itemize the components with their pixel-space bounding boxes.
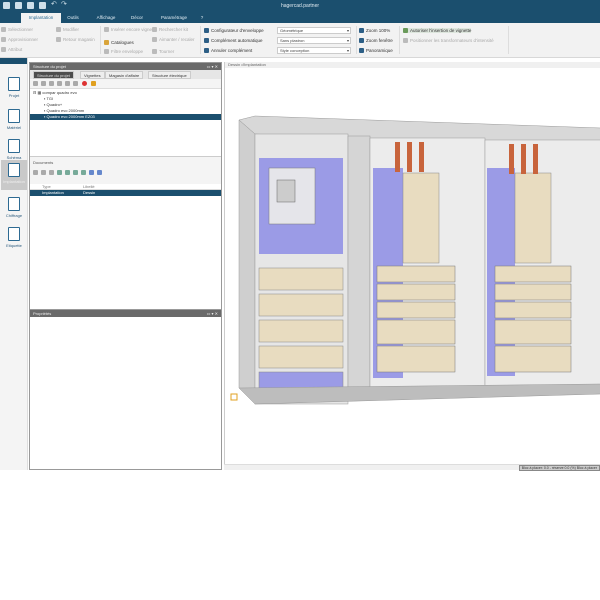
tool-icon[interactable] [89, 170, 94, 175]
lock-icon[interactable] [91, 81, 96, 86]
sidebar-item-etiquette[interactable]: Etiquette [1, 224, 27, 254]
tab-parametrage[interactable]: Paramétrage [155, 13, 193, 23]
schema-icon [8, 139, 20, 153]
ribbon-tabs: Implantation Outils Affichage Décor Para… [0, 13, 600, 23]
panel-controls-icon[interactable]: ▭ ▾ ✕ [207, 63, 218, 70]
approvision-button[interactable]: Approvisionner [1, 37, 38, 43]
plastron-select[interactable]: Sans plastron [277, 37, 351, 44]
tab-implantation[interactable]: Implantation [21, 13, 61, 23]
tab-decor[interactable]: Décor [126, 13, 148, 23]
tab-magasin[interactable]: Magasin d'affaire [105, 71, 144, 79]
breaker-face [276, 179, 296, 203]
tool-icon[interactable] [65, 170, 70, 175]
auto-complement-button[interactable]: Complément automatique [204, 38, 263, 44]
status-bar: Bloc à placer: 0.0 - réserve 0.0 (%) Blo… [224, 464, 600, 471]
filter-envelope-button[interactable]: Filtre enveloppe [104, 49, 143, 55]
return-store-button[interactable]: Retour magasin [56, 37, 95, 43]
column-type[interactable]: Type [42, 184, 51, 189]
busbar-support [402, 172, 440, 264]
style-select[interactable]: Style conception [277, 47, 351, 54]
module-sidebar: Projet Matériel Schéma Implantation Chif… [0, 58, 28, 470]
position-transformers-toggle[interactable]: Positionner les transformateurs d'intens… [403, 38, 494, 44]
tool-icon[interactable] [41, 170, 46, 175]
document-icon [8, 109, 20, 123]
document-row[interactable]: Implantation Dessin [30, 190, 221, 196]
insert-vignette-button[interactable]: Insérer encore vignette [104, 27, 157, 33]
view-mode-select[interactable]: Géométrique [277, 27, 351, 34]
panel-controls-icon[interactable]: ▭ ▾ ✕ [207, 310, 218, 317]
tool-icon[interactable] [73, 170, 78, 175]
tab-structure-electrique[interactable]: Structure électrique [148, 71, 191, 79]
tab-vignettes[interactable]: Vignettes [80, 71, 105, 79]
sidebar-item-projet[interactable]: Projet [1, 74, 27, 104]
cabinet-3d-view[interactable] [225, 68, 600, 464]
column-label[interactable]: Libellé [83, 184, 95, 189]
cable-duct [347, 135, 371, 401]
busbar [419, 142, 424, 172]
zoom-window-button[interactable]: Zoom fenêtre [359, 38, 393, 44]
sidebar-item-materiel[interactable]: Matériel [1, 106, 27, 136]
status-text: Bloc à placer: 0.0 - réserve 0.0 (%) Blo… [518, 465, 600, 471]
search-kit-button[interactable]: Rechercher kit [152, 27, 188, 33]
tool-icon[interactable] [41, 81, 46, 86]
documents-label: Documents [33, 160, 54, 165]
app-title: hagercad.partner [280, 3, 320, 9]
busbar [395, 142, 400, 172]
tool-icon[interactable] [57, 170, 62, 175]
tool-icon[interactable] [65, 81, 70, 86]
tab-help[interactable]: ? [198, 13, 206, 23]
axis-origin-icon [230, 393, 238, 401]
busbar [521, 144, 526, 174]
title-bar: ↶ ↷ hagercad.partner [0, 0, 600, 13]
drawing-area[interactable]: Dessin d'implantation [224, 62, 600, 464]
busbar [509, 144, 514, 174]
project-panel-header: Structure du projet ▭ ▾ ✕ [30, 63, 221, 70]
ribbon: Sélectionner Approvisionner Attribut Mod… [0, 23, 600, 58]
zoom-100-button[interactable]: Zoom 100% [359, 28, 390, 34]
tab-affichage[interactable]: Affichage [92, 13, 120, 23]
tool-icon[interactable] [33, 170, 38, 175]
project-panel: Structure du projet ▭ ▾ ✕ Structure du pr… [29, 62, 222, 470]
label-icon [8, 227, 20, 241]
busbar [533, 144, 538, 174]
pricing-icon [8, 197, 20, 211]
tool-icon[interactable] [33, 81, 38, 86]
allow-vignette-toggle[interactable]: Autoriser l'insertion de vignette [403, 28, 472, 34]
busbar [407, 142, 412, 172]
folder-icon [8, 77, 20, 91]
delete-icon[interactable] [82, 81, 87, 86]
modify-button[interactable]: Modifier [56, 27, 79, 33]
tool-icon[interactable] [57, 81, 62, 86]
pan-button[interactable]: Panoramique [359, 48, 393, 54]
doc-type: Implantation [42, 190, 64, 195]
documents-toolbar [30, 168, 221, 178]
busbar-support [514, 172, 552, 264]
magnet-button[interactable]: Aimanter / recaler [152, 37, 195, 43]
rotate-button[interactable]: Tourner [152, 49, 174, 55]
tree-item-selected[interactable]: ▪ Quadro evo 2000mm EZ03 [30, 114, 221, 120]
properties-header: Propriétés ▭ ▾ ✕ [30, 310, 221, 317]
tool-icon[interactable] [49, 81, 54, 86]
project-tree: ⊟ ▦ compar quadro evo ▪ TGI ▪ Quadro+ ▪ … [30, 89, 221, 156]
cabinet-icon [8, 163, 20, 177]
envelope-configurator-button[interactable]: Configurateur d'enveloppe [204, 28, 264, 34]
tree-toolbar [30, 79, 221, 89]
tool-icon[interactable] [49, 170, 54, 175]
doc-label: Dessin [83, 190, 96, 195]
sidebar-item-implantation[interactable]: Implantation [1, 160, 27, 190]
tab-structure-projet[interactable]: Structure du projet [33, 71, 74, 79]
tool-icon[interactable] [81, 170, 86, 175]
tool-icon[interactable] [73, 81, 78, 86]
sidebar-item-chiffrage[interactable]: Chiffrage [1, 194, 27, 224]
tool-icon[interactable] [97, 170, 102, 175]
cancel-complement-button[interactable]: Annuler complément [204, 48, 252, 54]
cabinet-left-side [238, 119, 256, 405]
catalogues-button[interactable]: Catalogues [104, 40, 134, 46]
select-button[interactable]: Sélectionner [1, 27, 33, 33]
attribute-button[interactable]: Attribut [1, 47, 22, 53]
tab-outils[interactable]: Outils [63, 13, 83, 23]
